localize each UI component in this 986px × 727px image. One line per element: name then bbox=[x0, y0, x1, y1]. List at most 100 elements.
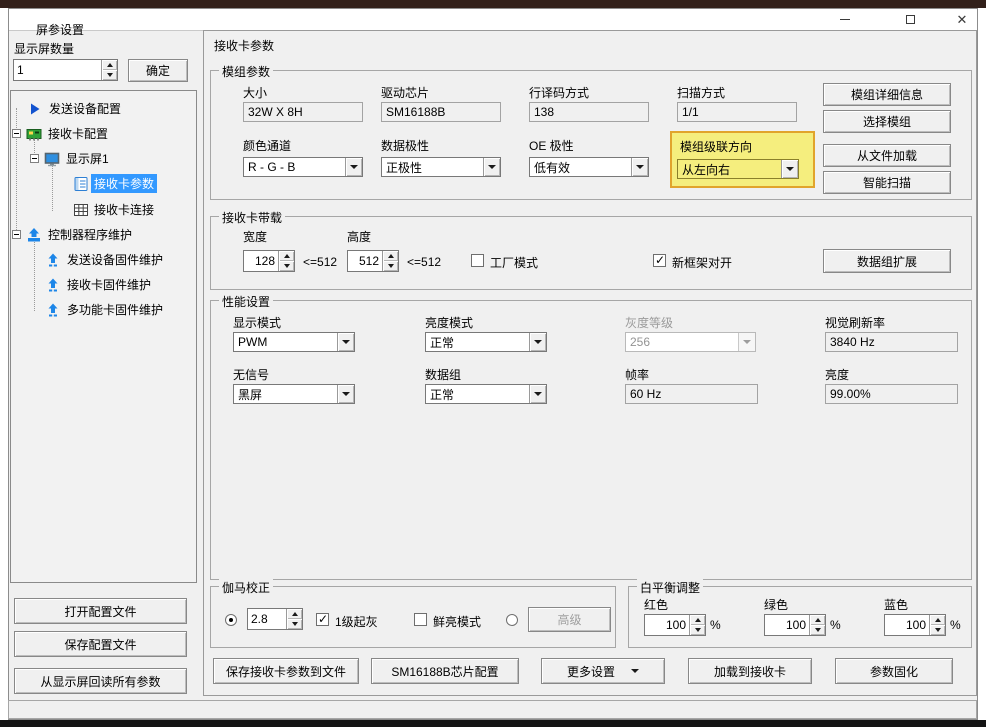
tree-item-multifunction-card-firmware[interactable]: 多功能卡固件维护 bbox=[11, 297, 196, 322]
spin-down-icon[interactable] bbox=[690, 625, 705, 635]
load-from-file-button[interactable]: 从文件加载 bbox=[823, 144, 951, 167]
row-decode-label: 行译码方式 bbox=[529, 84, 589, 101]
gamma-spin-buttons[interactable] bbox=[286, 609, 302, 629]
width-spin-buttons[interactable] bbox=[278, 251, 294, 271]
more-settings-button[interactable]: 更多设置 bbox=[541, 658, 665, 684]
save-card-params-to-file-button[interactable]: 保存接收卡参数到文件 bbox=[213, 658, 359, 684]
gamma-advanced-radio[interactable] bbox=[506, 614, 518, 626]
card-connection-grid-icon bbox=[72, 202, 89, 218]
close-icon: ✕ bbox=[957, 13, 968, 26]
red-percent-label: % bbox=[710, 618, 721, 632]
desktop-edge-top bbox=[0, 0, 986, 8]
module-detail-button[interactable]: 模组详细信息 bbox=[823, 83, 951, 106]
red-label: 红色 bbox=[644, 596, 668, 613]
green-stepper[interactable]: 100 bbox=[764, 614, 826, 636]
tree-item-receiving-card-connection[interactable]: 接收卡连接 bbox=[11, 197, 196, 222]
oe-polarity-label: OE 极性 bbox=[529, 137, 574, 154]
spin-down-icon[interactable] bbox=[930, 625, 945, 635]
spin-down-icon[interactable] bbox=[810, 625, 825, 635]
height-stepper[interactable]: 512 bbox=[347, 250, 399, 272]
spin-up-icon[interactable] bbox=[930, 615, 945, 625]
spin-up-icon[interactable] bbox=[287, 609, 302, 619]
display-count-stepper[interactable]: 1 bbox=[13, 59, 118, 81]
data-group-select[interactable]: 正常 bbox=[425, 384, 547, 404]
scan-mode-field: 1/1 bbox=[677, 102, 797, 122]
tree-item-display-screen-1[interactable]: 显示屏1 bbox=[11, 146, 196, 171]
tree-item-controller-maintenance[interactable]: 控制器程序维护 bbox=[11, 222, 196, 247]
readback-all-params-button[interactable]: 从显示屏回读所有参数 bbox=[14, 668, 187, 694]
spin-down-icon[interactable] bbox=[383, 261, 398, 271]
blue-stepper[interactable]: 100 bbox=[884, 614, 946, 636]
spin-up-icon[interactable] bbox=[279, 251, 294, 261]
tree-collapse-icon[interactable] bbox=[12, 129, 21, 138]
display-count-spin-buttons[interactable] bbox=[101, 60, 117, 80]
size-label: 大小 bbox=[243, 84, 267, 101]
spin-up-icon[interactable] bbox=[690, 615, 705, 625]
data-polarity-label: 数据极性 bbox=[381, 137, 429, 154]
green-spin-buttons[interactable] bbox=[809, 615, 825, 635]
white-balance-group-title: 白平衡调整 bbox=[637, 579, 703, 596]
solidify-params-button[interactable]: 参数固化 bbox=[835, 658, 953, 684]
gray-level-label: 灰度等级 bbox=[625, 314, 673, 331]
vivid-mode-checkbox[interactable] bbox=[414, 613, 427, 626]
chevron-down-icon bbox=[781, 160, 798, 178]
chevron-down-icon bbox=[337, 385, 354, 403]
module-params-group: 模组参数 大小 32W X 8H 驱动芯片 SM16188B 行译码方式 138… bbox=[210, 70, 972, 200]
oe-polarity-select[interactable]: 低有效 bbox=[529, 157, 649, 177]
tree-item-receiving-card-firmware[interactable]: 接收卡固件维护 bbox=[11, 272, 196, 297]
spin-up-icon[interactable] bbox=[102, 60, 117, 70]
cascade-direction-select[interactable]: 从左向右 bbox=[677, 159, 799, 179]
minimize-button[interactable] bbox=[823, 9, 867, 30]
select-module-button[interactable]: 选择模组 bbox=[823, 110, 951, 133]
blue-spin-buttons[interactable] bbox=[929, 615, 945, 635]
tree-item-receiving-card-params[interactable]: 接收卡参数 bbox=[11, 171, 196, 196]
smart-scan-button[interactable]: 智能扫描 bbox=[823, 171, 951, 194]
brightness-mode-select[interactable]: 正常 bbox=[425, 332, 547, 352]
receiving-card-icon bbox=[25, 126, 42, 142]
new-frame-checkbox[interactable] bbox=[653, 254, 666, 267]
firmware-upload-icon bbox=[44, 302, 61, 318]
green-label: 绿色 bbox=[764, 596, 788, 613]
spin-up-icon[interactable] bbox=[383, 251, 398, 261]
cascade-direction-label: 模组级联方向 bbox=[680, 138, 752, 155]
tree-item-receiving-card-config[interactable]: 接收卡配置 bbox=[11, 121, 196, 146]
load-to-card-button[interactable]: 加载到接收卡 bbox=[688, 658, 812, 684]
spin-down-icon[interactable] bbox=[287, 619, 302, 629]
tree-collapse-icon[interactable] bbox=[30, 154, 39, 163]
width-stepper[interactable]: 128 bbox=[243, 250, 295, 272]
gray-start-checkbox[interactable] bbox=[316, 613, 329, 626]
confirm-button[interactable]: 确定 bbox=[128, 59, 188, 82]
spin-up-icon[interactable] bbox=[810, 615, 825, 625]
blue-percent-label: % bbox=[950, 618, 961, 632]
data-group-expand-button[interactable]: 数据组扩展 bbox=[823, 249, 951, 273]
save-config-file-button[interactable]: 保存配置文件 bbox=[14, 631, 187, 657]
tree-item-send-device-config[interactable]: 发送设备配置 bbox=[11, 96, 196, 121]
cascade-direction-highlight: 模组级联方向 从左向右 bbox=[670, 131, 815, 188]
maximize-button[interactable] bbox=[888, 9, 932, 30]
open-config-file-button[interactable]: 打开配置文件 bbox=[14, 598, 187, 624]
red-stepper[interactable]: 100 bbox=[644, 614, 706, 636]
no-signal-label: 无信号 bbox=[233, 366, 269, 383]
gamma-stepper[interactable]: 2.8 bbox=[247, 608, 303, 630]
spin-down-icon[interactable] bbox=[279, 261, 294, 271]
chip-config-button[interactable]: SM16188B芯片配置 bbox=[371, 658, 519, 684]
gamma-value-radio[interactable] bbox=[225, 614, 237, 626]
chevron-down-icon bbox=[483, 158, 500, 176]
factory-mode-label: 工厂模式 bbox=[490, 254, 538, 271]
config-tree: 发送设备配置 接收卡配置 bbox=[10, 90, 197, 583]
width-limit-label: <=512 bbox=[303, 255, 337, 269]
firmware-upload-icon bbox=[44, 277, 61, 293]
no-signal-select[interactable]: 黑屏 bbox=[233, 384, 355, 404]
spin-down-icon[interactable] bbox=[102, 70, 117, 80]
display-mode-select[interactable]: PWM bbox=[233, 332, 355, 352]
color-channel-select[interactable]: R - G - B bbox=[243, 157, 363, 177]
factory-mode-checkbox[interactable] bbox=[471, 254, 484, 267]
height-spin-buttons[interactable] bbox=[382, 251, 398, 271]
desktop-edge-bottom bbox=[0, 720, 986, 727]
tree-item-send-device-firmware[interactable]: 发送设备固件维护 bbox=[11, 247, 196, 272]
selected-tree-item-label: 接收卡参数 bbox=[91, 174, 157, 193]
red-spin-buttons[interactable] bbox=[689, 615, 705, 635]
data-polarity-select[interactable]: 正极性 bbox=[381, 157, 501, 177]
close-button[interactable]: ✕ bbox=[940, 9, 984, 30]
tree-collapse-icon[interactable] bbox=[12, 230, 21, 239]
